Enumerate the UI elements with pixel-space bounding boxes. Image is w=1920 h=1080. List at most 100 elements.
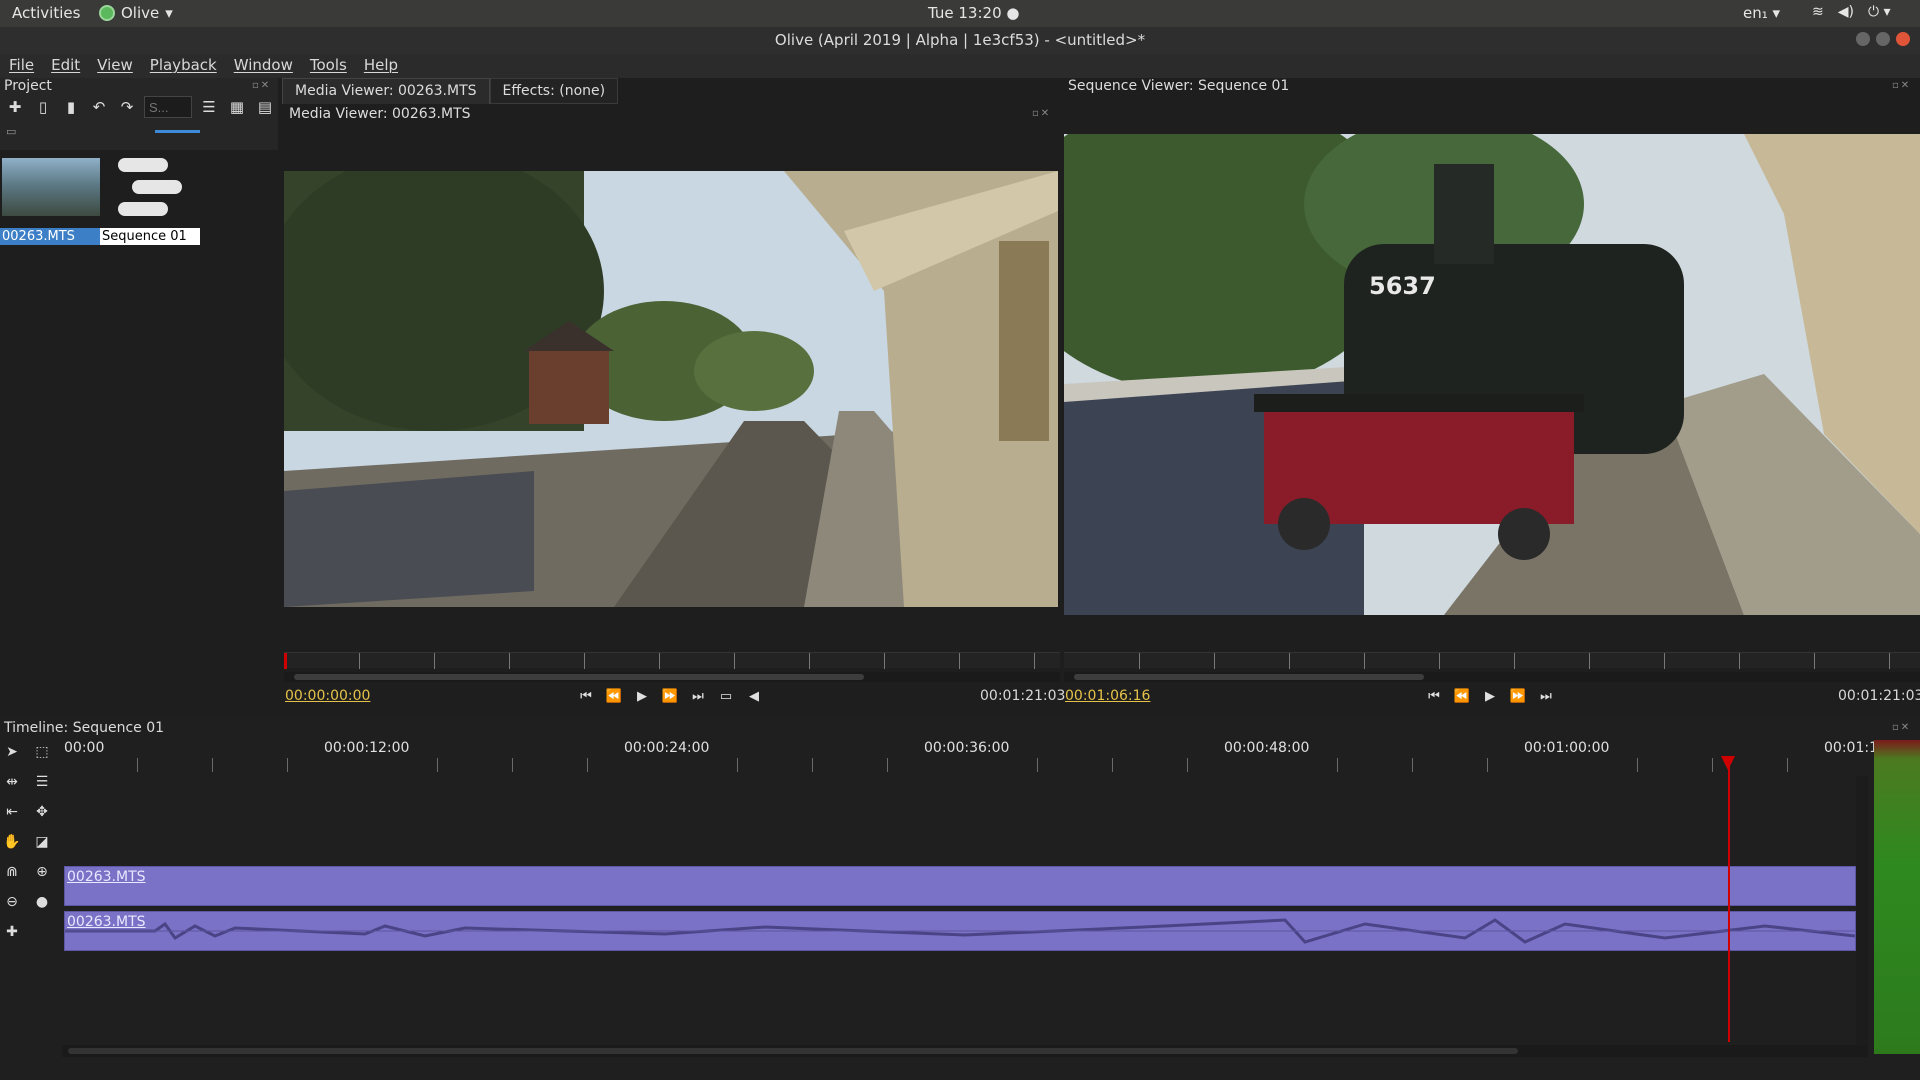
tab-effects[interactable]: Effects: (none) [489,78,619,104]
zoom-in-icon[interactable]: ⊕ [32,862,52,882]
transition-tool-icon[interactable]: ◪ [32,832,52,852]
project-media-list: 00263.MTS Sequence 01 [0,150,278,708]
timeline-vertical-scrollbar[interactable] [1856,776,1868,1046]
clock[interactable]: Tue 13:20 ● [928,4,1019,22]
system-tray[interactable]: ≋ ◀) ⏻ ▾ [1812,4,1891,20]
media-dock-buttons[interactable]: ▫✕ [1032,108,1051,119]
playhead[interactable] [1728,760,1730,1042]
project-dock-buttons[interactable]: ▫✕ [252,80,271,91]
sequence-viewer-scrollbar[interactable] [1064,672,1920,682]
close-button[interactable] [1896,32,1910,46]
go-to-start-icon[interactable]: ⏮ [576,686,596,706]
ruler-label: 00:00:36:00 [924,740,1010,756]
media-current-timecode[interactable]: 00:00:00:00 [285,688,370,704]
audio-clip-label: 00263.MTS [67,914,146,930]
menu-tools[interactable]: Tools [301,54,355,78]
media-viewer-scrollbar[interactable] [284,672,1060,682]
record-icon[interactable]: ● [32,892,52,912]
menu-edit[interactable]: Edit [42,54,88,78]
media-thumbnail[interactable] [2,158,100,216]
add-track-icon[interactable]: ✚ [2,922,22,942]
hand-tool-icon[interactable]: ✋ [2,832,22,852]
app-menu[interactable]: Olive ▾ [99,4,173,22]
language-indicator[interactable]: en₁ ▾ [1743,4,1780,22]
menu-view[interactable]: View [88,54,141,78]
open-icon[interactable]: ▯ [32,96,54,118]
play-icon[interactable]: ▶ [632,686,652,706]
tab-media-viewer[interactable]: Media Viewer: 00263.MTS [282,78,490,104]
undo-icon[interactable]: ↶ [88,96,110,118]
menu-playback[interactable]: Playback [141,54,225,78]
sequence-viewer-ruler[interactable] [1064,652,1920,669]
slide-tool-icon[interactable]: ✥ [32,802,52,822]
minimize-button[interactable] [1856,32,1870,46]
go-to-start-icon[interactable]: ⏮ [1424,686,1444,706]
icon-view-icon[interactable]: ▦ [226,96,248,118]
go-to-end-icon[interactable]: ⏭ [688,686,708,706]
ruler-label: 00:00:12:00 [324,740,410,756]
save-icon[interactable]: ▮ [60,96,82,118]
fast-forward-icon[interactable]: ⏩ [1508,686,1528,706]
activities-button[interactable]: Activities [12,4,80,22]
sequence-icon[interactable] [118,156,188,220]
go-to-end-icon[interactable]: ⏭ [1536,686,1556,706]
window-controls [1856,32,1910,46]
wifi-icon[interactable]: ≋ [1812,4,1824,20]
media-duration-timecode: 00:01:21:03 [980,688,1066,704]
razor-tool-icon[interactable]: ☰ [32,772,52,792]
menu-help[interactable]: Help [355,54,406,78]
audio-clip[interactable]: 00263.MTS [64,911,1856,951]
ruler-label: 00:01:00:00 [1524,740,1610,756]
fast-forward-icon[interactable]: ⏩ [660,686,680,706]
olive-app-icon [99,5,115,21]
ruler-label: 00:00:48:00 [1224,740,1310,756]
timeline-horizontal-scrollbar[interactable] [62,1045,1868,1057]
maximize-button[interactable] [1876,32,1890,46]
media-viewer-ruler[interactable] [284,652,1060,669]
media-viewer-title: Media Viewer: 00263.MTS [289,106,471,122]
play-icon[interactable]: ▶ [1480,686,1500,706]
list-item[interactable]: Sequence 01 [100,228,200,245]
slip-tool-icon[interactable]: ⇤ [2,802,22,822]
snapping-icon[interactable]: ⋒ [2,862,22,882]
ruler-label: 00:01:1 [1824,740,1878,756]
list-item[interactable]: 00263.MTS [0,228,100,245]
timeline-ruler[interactable]: 00:00 00:00:12:00 00:00:24:00 00:00:36:0… [62,740,1878,774]
video-clip-label: 00263.MTS [67,869,146,885]
pointer-tool-icon[interactable]: ➤ [2,742,22,762]
window-title: Olive (April 2019 | Alpha | 1e3cf53) - <… [0,27,1920,54]
video-clip[interactable]: 00263.MTS [64,866,1856,906]
sequence-transport-controls: ⏮ ⏪ ▶ ⏩ ⏭ [1424,686,1556,706]
project-search-input[interactable] [144,96,192,118]
sequence-current-timecode[interactable]: 00:01:06:16 [1065,688,1150,704]
thumbnail-size-slider[interactable] [155,130,200,133]
rewind-icon[interactable]: ⏪ [604,686,624,706]
rewind-icon[interactable]: ⏪ [1452,686,1472,706]
volume-icon[interactable]: ◀) [1838,4,1854,20]
ripple-tool-icon[interactable]: ⇹ [2,772,22,792]
timeline-toolbar: ➤ ⬚ ⇹ ☰ ⇤ ✥ ✋ ◪ ⋒ ⊕ ⊖ ● ✚ [2,742,62,952]
audio-only-drag-icon[interactable]: ◀ [744,686,764,706]
app-menu-label: Olive [121,4,160,22]
video-only-drag-icon[interactable]: ▭ [716,686,736,706]
power-icon[interactable]: ⏻ ▾ [1868,4,1891,20]
audio-waveform [65,918,1855,944]
list-view-icon[interactable]: ☰ [198,96,220,118]
locomotive-number: 5637 [1369,272,1436,300]
media-viewer-frame [284,171,1058,607]
menu-file[interactable]: File [0,54,42,78]
ruler-label: 00:00:24:00 [624,740,710,756]
menu-window[interactable]: Window [225,54,301,78]
tree-view-icon[interactable]: ▤ [254,96,276,118]
redo-icon[interactable]: ↷ [116,96,138,118]
zoom-out-icon[interactable]: ⊖ [2,892,22,912]
edit-tool-icon[interactable]: ⬚ [32,742,52,762]
audio-level-meter [1874,740,1920,1054]
new-icon[interactable]: ✚ [4,96,26,118]
timeline-dock-buttons[interactable]: ▫✕ [1892,722,1911,733]
folder-icon[interactable]: ▭ [6,125,16,138]
ruler-label: 00:00 [64,740,105,756]
project-panel-title: Project [4,78,52,94]
sequence-dock-buttons[interactable]: ▫✕ [1892,80,1911,91]
chevron-down-icon: ▾ [165,4,173,22]
